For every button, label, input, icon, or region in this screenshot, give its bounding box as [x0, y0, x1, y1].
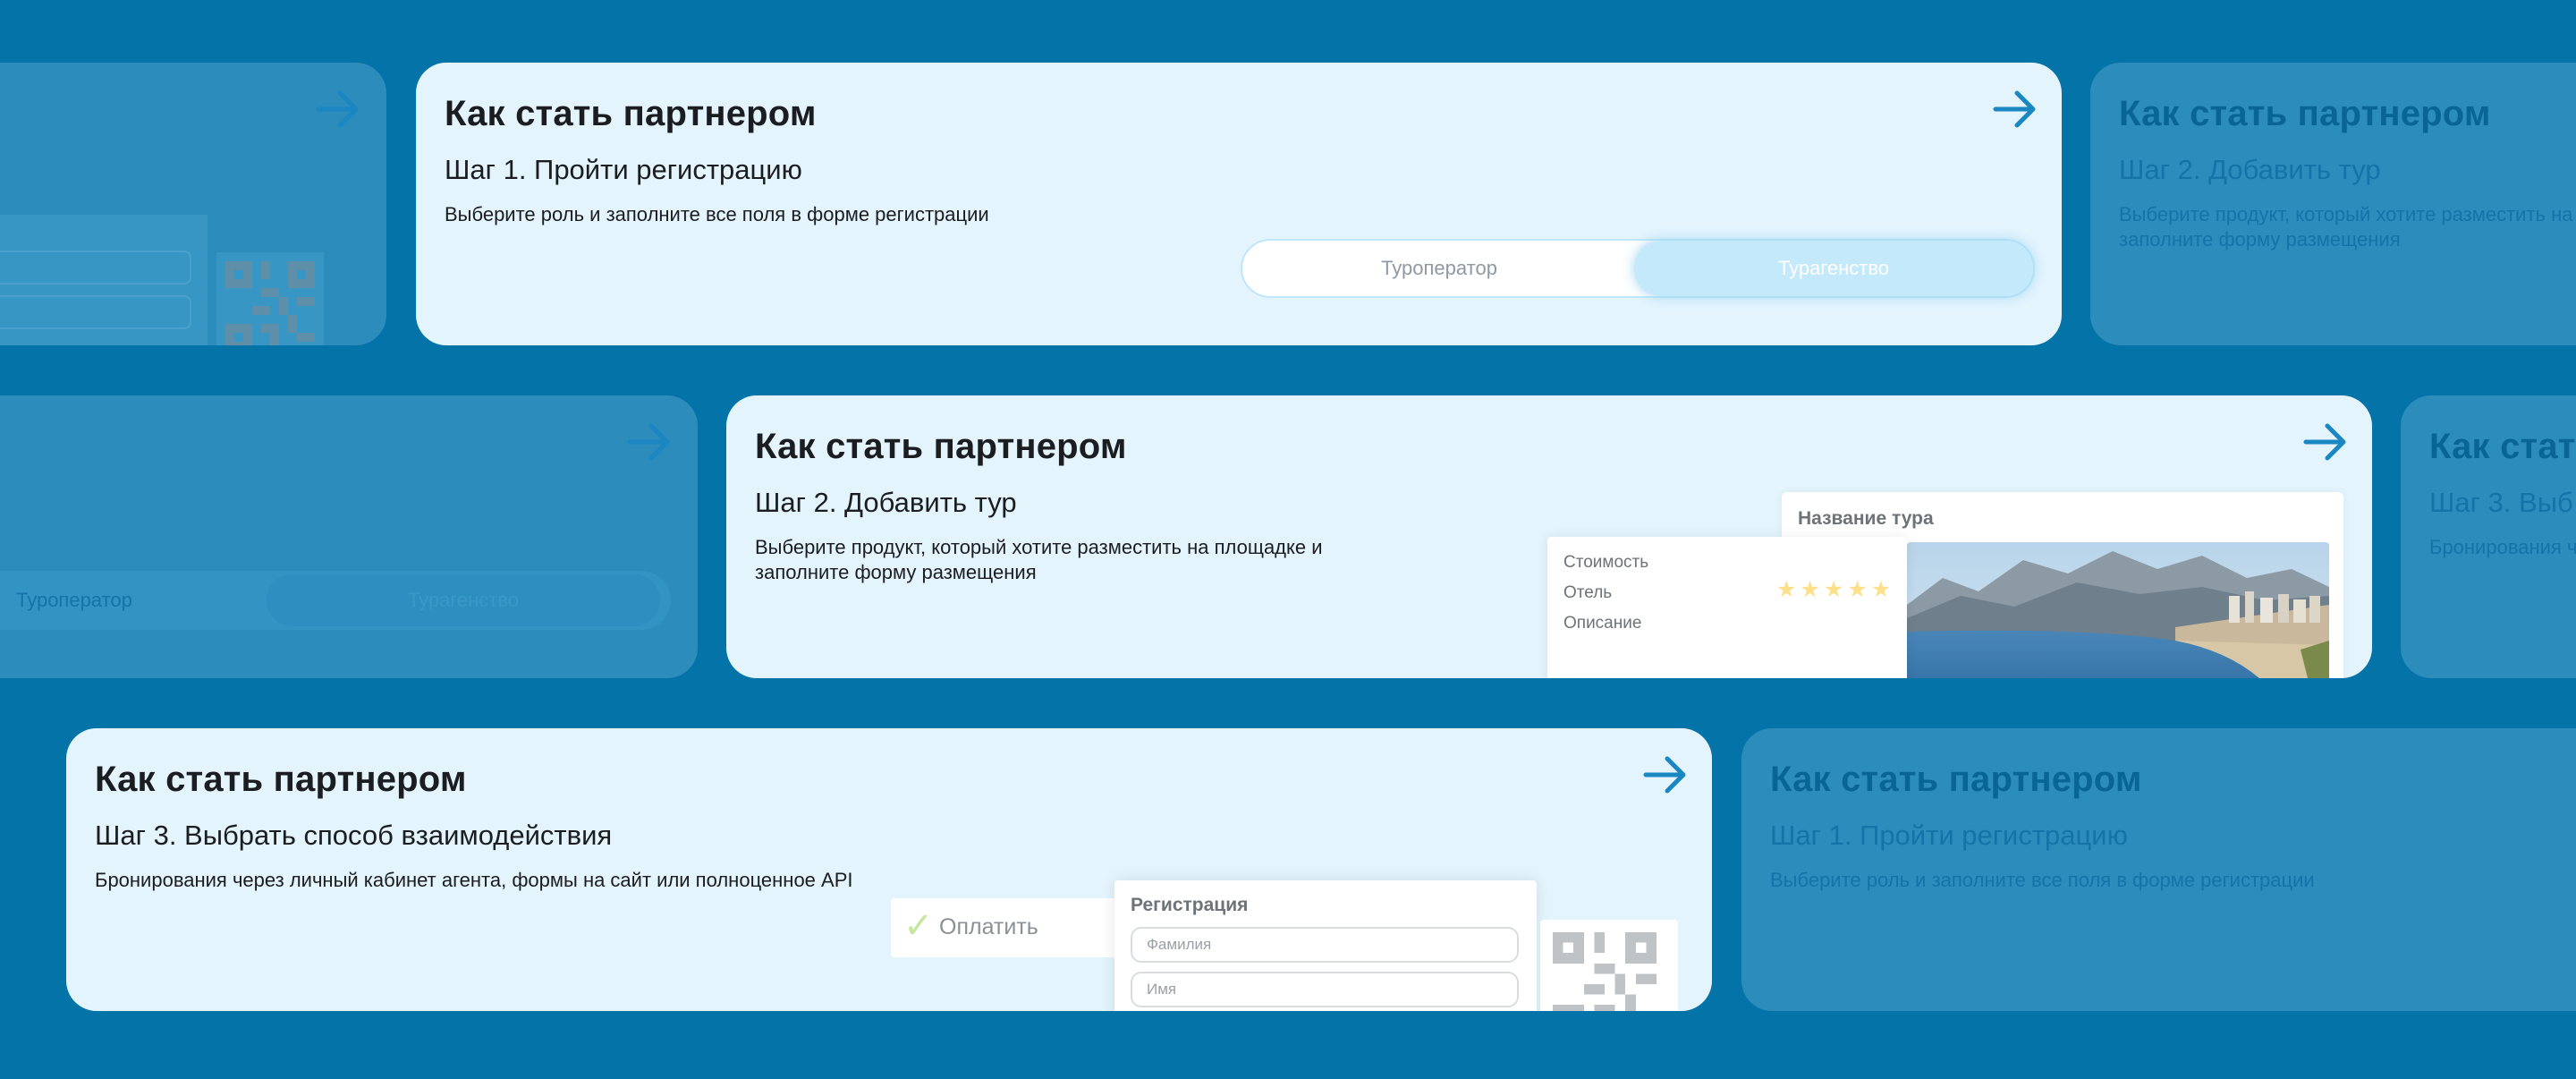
- pay-label[interactable]: Оплатить: [939, 914, 1038, 940]
- card-title: Как стать партнером: [1770, 760, 2142, 799]
- toggle-option-travel-agency[interactable]: Турагенство: [1634, 241, 2033, 296]
- card-title: Как стать партнером: [95, 760, 467, 799]
- hotel-label: Отель: [1563, 583, 1613, 602]
- step-heading: Шаг 3. Выбрать способ взаимодействия: [95, 820, 613, 851]
- card-faded-step2: Как стать партнером Шаг 2. Добавить тур …: [2090, 63, 2576, 345]
- pay-widget: ✓ Оплатить: [891, 898, 1141, 957]
- lastname-field[interactable]: Фамилия: [1131, 927, 1519, 963]
- arrow-right-icon[interactable]: [2302, 422, 2349, 462]
- card-faded-step3: Как стат Шаг 3. Выб Бронирования ч: [2401, 395, 2576, 678]
- arrow-right-icon[interactable]: [1642, 755, 1689, 794]
- registration-title: Регистрация: [1131, 895, 1249, 915]
- check-icon: ✓: [903, 906, 934, 946]
- qr-code-icon: [216, 252, 324, 345]
- arrow-right-icon[interactable]: [626, 422, 673, 462]
- step-description-line2: заполните форму размещения: [755, 561, 1037, 583]
- registration-form-panel: Регистрация Фамилия Имя: [1114, 880, 1537, 1011]
- step-heading: Шаг 3. Выб: [2429, 487, 2573, 518]
- price-label: Стоимость: [1563, 553, 1649, 572]
- card-faded-row2-left: Туроператор Турагенство: [0, 395, 698, 678]
- arrow-right-icon[interactable]: [315, 89, 361, 129]
- partner-card-step1: Как стать партнером Шаг 1. Пройти регист…: [416, 63, 2062, 345]
- description-label: Описание: [1563, 614, 1642, 633]
- tour-name-label: Название тура: [1798, 508, 1934, 529]
- step-description: Выберите роль и заполните все поля в фор…: [1770, 869, 2315, 891]
- card-title: Как стать партнером: [2119, 94, 2491, 133]
- card-faded-row1-left: [0, 63, 386, 345]
- card-title: Как стать партнером: [445, 94, 817, 133]
- partner-card-step3: Как стать партнером Шаг 3. Выбрать спосо…: [66, 728, 1712, 1011]
- step-heading: Шаг 2. Добавить тур: [2119, 154, 2381, 185]
- role-toggle-faded: Туроператор Турагенство: [0, 571, 671, 630]
- card-title: Как стать партнером: [755, 427, 1127, 466]
- step-description-line1: Выберите продукт, который хотите размест…: [755, 536, 1323, 558]
- toggle-option-touroperator: Туроператор: [16, 589, 132, 611]
- qr-code-icon: [1540, 920, 1678, 1011]
- registration-form-mock: [0, 215, 208, 345]
- step-description-line1: Выберите продукт, который хотите размест…: [2119, 203, 2576, 225]
- firstname-field[interactable]: Имя: [1131, 972, 1519, 1007]
- arrow-right-icon[interactable]: [1992, 89, 2038, 129]
- card-faded-step1: Как стать партнером Шаг 1. Пройти регист…: [1741, 728, 2576, 1011]
- toggle-option-touroperator[interactable]: Туроператор: [1242, 241, 1636, 296]
- partner-card-step2: Как стать партнером Шаг 2. Добавить тур …: [726, 395, 2372, 678]
- step-description-line2: заполните форму размещения: [2119, 228, 2401, 251]
- step-heading: Шаг 1. Пройти регистрацию: [1770, 820, 2128, 851]
- step-description: Выберите роль и заполните все поля в фор…: [445, 203, 989, 225]
- toggle-option-travel-agency: Турагенство: [267, 574, 660, 626]
- tour-photo: [1907, 542, 2329, 678]
- step-description: Бронирования ч: [2429, 536, 2576, 558]
- tour-details-panel: Стоимость Отель ★★★★★ Описание: [1547, 537, 1907, 678]
- step-heading: Шаг 2. Добавить тур: [755, 487, 1017, 518]
- step-heading: Шаг 1. Пройти регистрацию: [445, 154, 802, 185]
- card-title: Как стат: [2429, 427, 2576, 466]
- role-toggle[interactable]: Туроператор Турагенство: [1241, 239, 2035, 298]
- step-description: Бронирования через личный кабинет агента…: [95, 869, 853, 891]
- hotel-star-rating: ★★★★★: [1776, 577, 1895, 602]
